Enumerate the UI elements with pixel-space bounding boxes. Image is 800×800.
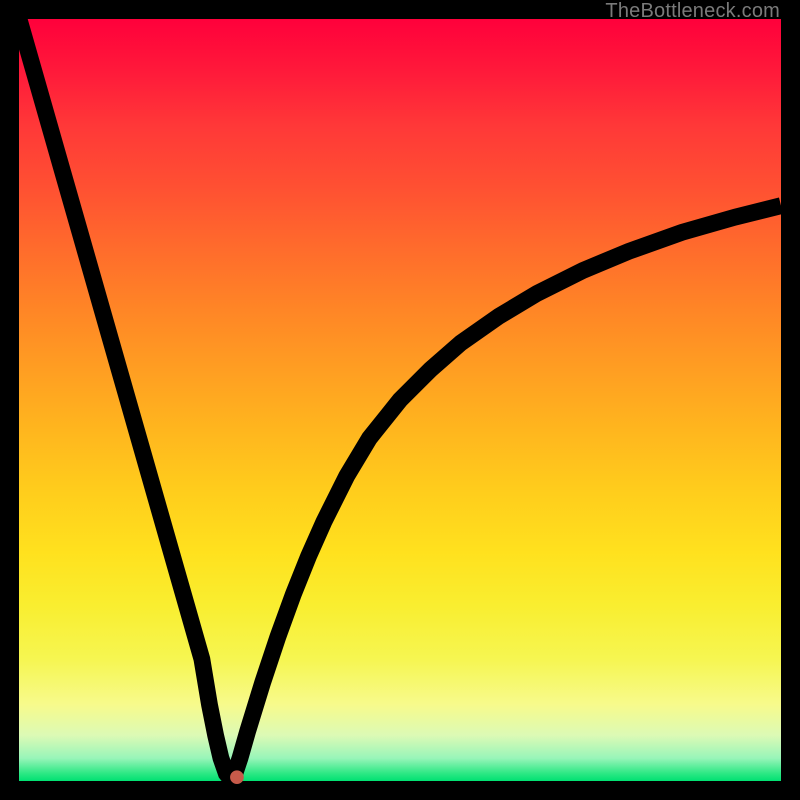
chart-plot	[19, 19, 781, 781]
curve-right	[232, 206, 781, 781]
curve-left	[19, 19, 232, 781]
minimum-marker	[230, 770, 244, 784]
